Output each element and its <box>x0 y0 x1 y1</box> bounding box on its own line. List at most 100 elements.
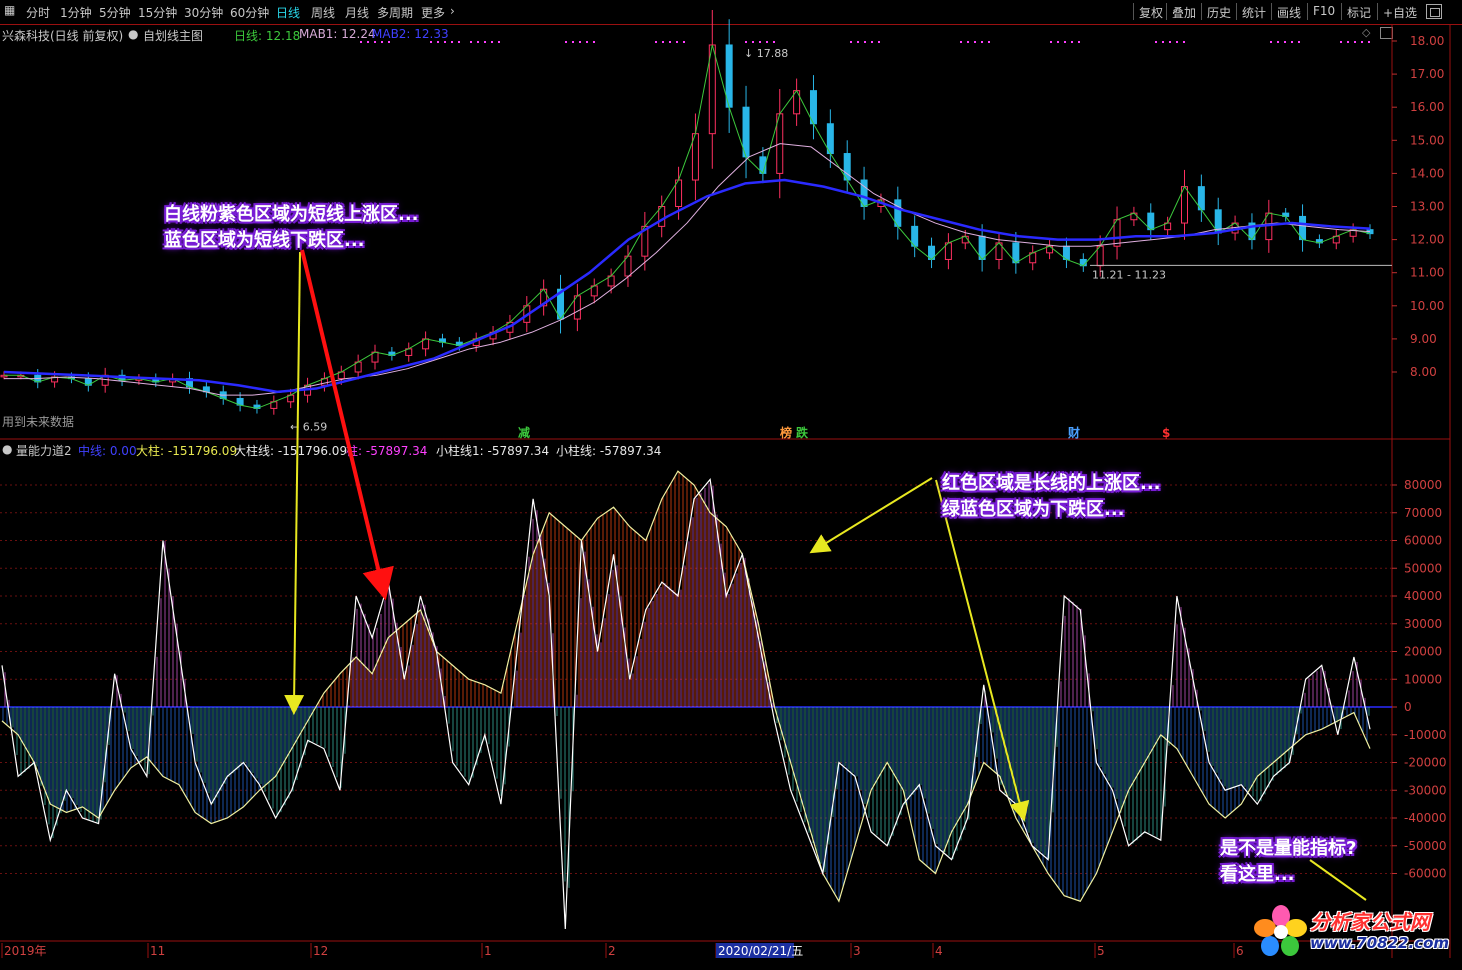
top-dot <box>374 41 376 43</box>
top-dot <box>864 41 866 43</box>
date-label: 11 <box>150 944 165 958</box>
top-dot <box>586 41 588 43</box>
date-label: 2020/02/21/五 <box>718 944 803 958</box>
top-dot <box>593 41 595 43</box>
price-tick-label: 15.00 <box>1410 133 1444 147</box>
indicator-tick-label: 60000 <box>1404 534 1442 548</box>
top-dot <box>683 41 685 43</box>
top-dot <box>974 41 976 43</box>
range-label: 11.21 - 11.23 <box>1092 268 1166 281</box>
date-label: 6 <box>1236 944 1244 958</box>
top-dot <box>1368 41 1370 43</box>
callout-short-term-line1: 白线粉紫色区域为短线上涨区... <box>164 204 419 225</box>
date-label: 12 <box>313 944 328 958</box>
event-marker: 财 <box>1067 425 1080 440</box>
indicator-tick-label: 70000 <box>1404 506 1442 520</box>
top-dot <box>655 41 657 43</box>
top-dot <box>1176 41 1178 43</box>
callout-volume-line2: 看这里... <box>1220 864 1295 885</box>
callout-volume-line1: 是不是量能指标? <box>1220 838 1357 859</box>
top-dot <box>878 41 880 43</box>
indicator-tick-label: 40000 <box>1404 589 1442 603</box>
top-dot <box>1298 41 1300 43</box>
indicator-tick-label: 10000 <box>1404 672 1442 686</box>
callout-short-term-line2: 蓝色区域为短线下跌区... <box>164 230 365 251</box>
date-label: 1 <box>484 944 492 958</box>
watermark: 分析家公式网 www.70822.com <box>1254 900 1454 964</box>
top-dot <box>1284 41 1286 43</box>
date-label: 5 <box>1097 944 1105 958</box>
top-dot <box>498 41 500 43</box>
watermark-url: www.70822.com <box>1310 934 1450 952</box>
top-dot <box>367 41 369 43</box>
big-line <box>1 470 1371 903</box>
date-label: 2019年 <box>4 944 47 958</box>
annotation-arrows <box>284 249 1367 901</box>
top-dot <box>1057 41 1059 43</box>
top-dot <box>662 41 664 43</box>
arrow-red <box>300 249 394 601</box>
arrow-yellow-1 <box>284 251 305 715</box>
top-dot <box>470 41 472 43</box>
top-dot <box>857 41 859 43</box>
indicator-tick-label: 30000 <box>1404 617 1442 631</box>
indicator-tick-label: 20000 <box>1404 645 1442 659</box>
date-label: 4 <box>935 944 943 958</box>
event-marker: $ <box>1162 426 1170 440</box>
top-dot <box>745 41 747 43</box>
top-dot <box>444 41 446 43</box>
price-tick-label: 9.00 <box>1410 332 1437 346</box>
event-marker: 减 <box>518 425 530 440</box>
top-dot <box>1270 41 1272 43</box>
watermark-name: 分析家公式网 <box>1310 910 1430 934</box>
low-label: ← 6.59 <box>290 421 327 434</box>
stock-chart[interactable]: 减榜跌财 $11.21 - 11.23↓ 17.88← 6.59 18.0017.… <box>0 0 1462 970</box>
top-dot <box>1050 41 1052 43</box>
event-marker: 榜 <box>780 425 792 440</box>
top-dot <box>1162 41 1164 43</box>
top-dot <box>572 41 574 43</box>
price-tick-label: 17.00 <box>1410 67 1444 81</box>
top-dot <box>458 41 460 43</box>
top-dot <box>437 41 439 43</box>
top-dot <box>491 41 493 43</box>
top-dot <box>1064 41 1066 43</box>
top-dot <box>850 41 852 43</box>
price-tick-label: 11.00 <box>1410 266 1444 280</box>
top-dot <box>1354 41 1356 43</box>
top-dot <box>766 41 768 43</box>
top-dot <box>1347 41 1349 43</box>
top-dot <box>1071 41 1073 43</box>
top-dot <box>1078 41 1080 43</box>
indicator-tick-label: -20000 <box>1404 756 1447 770</box>
top-dot <box>1291 41 1293 43</box>
top-dot <box>1183 41 1185 43</box>
high-label: ↓ 17.88 <box>744 47 788 60</box>
indicator-tick-label: -60000 <box>1404 867 1447 881</box>
indicator-tick-label: -10000 <box>1404 728 1447 742</box>
top-dot <box>1361 41 1363 43</box>
callout-volume: 是不是量能指标? 看这里... <box>1220 836 1356 888</box>
top-dot <box>960 41 962 43</box>
top-dot <box>565 41 567 43</box>
top-dot <box>967 41 969 43</box>
price-tick-label: 8.00 <box>1410 365 1437 379</box>
price-tick-label: 12.00 <box>1410 233 1444 247</box>
top-dot <box>871 41 873 43</box>
small-line <box>1 478 1371 930</box>
top-dot <box>988 41 990 43</box>
top-dot <box>1340 41 1342 43</box>
flower-logo-icon <box>1254 905 1307 956</box>
indicator-tick-label: 50000 <box>1404 561 1442 575</box>
price-tick-label: 14.00 <box>1410 166 1444 180</box>
top-dot <box>381 41 383 43</box>
callout-short-term: 白线粉紫色区域为短线上涨区... 蓝色区域为短线下跌区... <box>164 202 419 254</box>
top-dot <box>388 41 390 43</box>
top-dot <box>669 41 671 43</box>
top-dot <box>752 41 754 43</box>
top-dot <box>981 41 983 43</box>
date-label: 3 <box>853 944 861 958</box>
date-label: 2 <box>608 944 616 958</box>
top-dot <box>676 41 678 43</box>
indicator-panel <box>0 470 1392 930</box>
